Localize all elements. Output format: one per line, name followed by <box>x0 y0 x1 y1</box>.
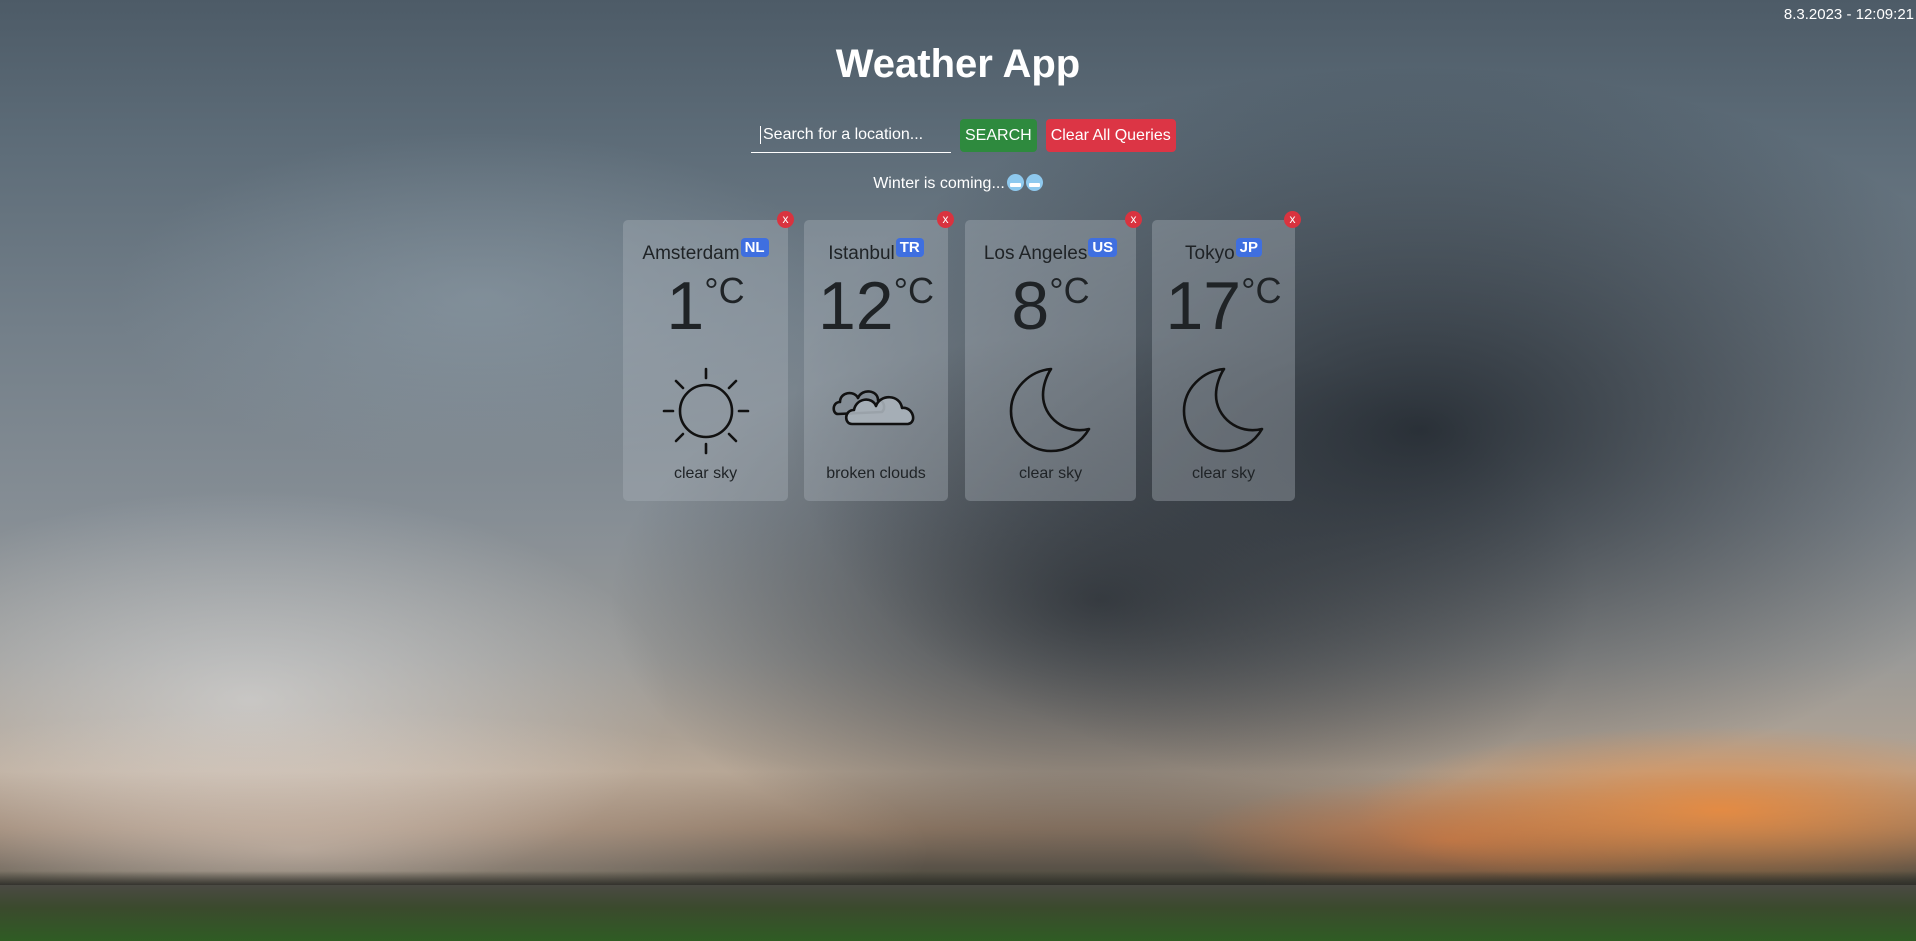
search-input[interactable] <box>751 118 951 153</box>
temperature: 8°C <box>965 272 1136 340</box>
cold-face-icon <box>1025 174 1043 191</box>
country-badge: NL <box>740 238 769 257</box>
card-header: Los Angeles US <box>965 238 1136 265</box>
temperature-value: 17 <box>1165 268 1242 344</box>
temperature-value: 1 <box>666 268 705 344</box>
remove-card-button[interactable]: x <box>777 211 794 228</box>
temperature-value: 8 <box>1011 268 1050 344</box>
weather-card: x Istanbul TR 12°C broken clouds <box>804 211 954 501</box>
card-header: Amsterdam NL <box>623 238 788 265</box>
temperature-unit: °C <box>704 270 745 311</box>
search-bar: SEARCH Clear All Queries <box>751 118 1176 153</box>
remove-card-button[interactable]: x <box>937 211 954 228</box>
tagline-text: Winter is coming... <box>873 175 1005 192</box>
clouds-icon <box>830 378 922 435</box>
temperature-value: 12 <box>817 268 894 344</box>
weather-description: clear sky <box>1191 465 1256 482</box>
temperature-unit: °C <box>893 270 935 311</box>
field-ground <box>0 885 1916 941</box>
card-header: Istanbul TR <box>804 238 948 265</box>
tagline: Winter is coming... <box>0 174 1916 193</box>
remove-card-button[interactable]: x <box>1125 211 1142 228</box>
treeline <box>0 871 1916 885</box>
city-name: Amsterdam <box>642 243 740 264</box>
text-caret <box>760 126 761 144</box>
cold-face-icon <box>1006 174 1024 191</box>
page-title: Weather App <box>835 42 1081 86</box>
weather-card: x Los Angeles US 8°C clear sky <box>965 211 1142 501</box>
weather-description: clear sky <box>673 465 738 482</box>
sun-icon <box>660 365 752 462</box>
temperature: 12°C <box>804 272 948 340</box>
city-name: Istanbul <box>828 243 895 264</box>
city-name: Los Angeles <box>983 243 1088 264</box>
weather-app-page: 8.3.2023 - 12:09:21 Weather App SEARCH C… <box>0 0 1916 941</box>
temperature: 1°C <box>623 272 788 340</box>
country-badge: TR <box>895 238 924 257</box>
moon-icon <box>1005 365 1097 462</box>
weather-description: clear sky <box>1018 465 1083 482</box>
moon-icon <box>1178 365 1270 462</box>
city-name: Tokyo <box>1185 243 1235 264</box>
temperature: 17°C <box>1152 272 1295 340</box>
clear-all-queries-button[interactable]: Clear All Queries <box>1045 119 1176 152</box>
weather-card: x Tokyo JP 17°C clear sky <box>1152 211 1301 501</box>
card-header: Tokyo JP <box>1152 238 1295 265</box>
weather-card: x Amsterdam NL 1°C clear sky <box>623 211 794 501</box>
search-field-wrapper <box>751 118 951 153</box>
weather-description: broken clouds <box>826 465 926 482</box>
search-button[interactable]: SEARCH <box>960 119 1037 152</box>
temperature-unit: °C <box>1241 270 1282 311</box>
remove-card-button[interactable]: x <box>1284 211 1301 228</box>
temperature-unit: °C <box>1049 270 1090 311</box>
country-badge: JP <box>1235 238 1262 257</box>
country-badge: US <box>1088 238 1118 257</box>
date-time-clock: 8.3.2023 - 12:09:21 <box>1783 6 1914 23</box>
